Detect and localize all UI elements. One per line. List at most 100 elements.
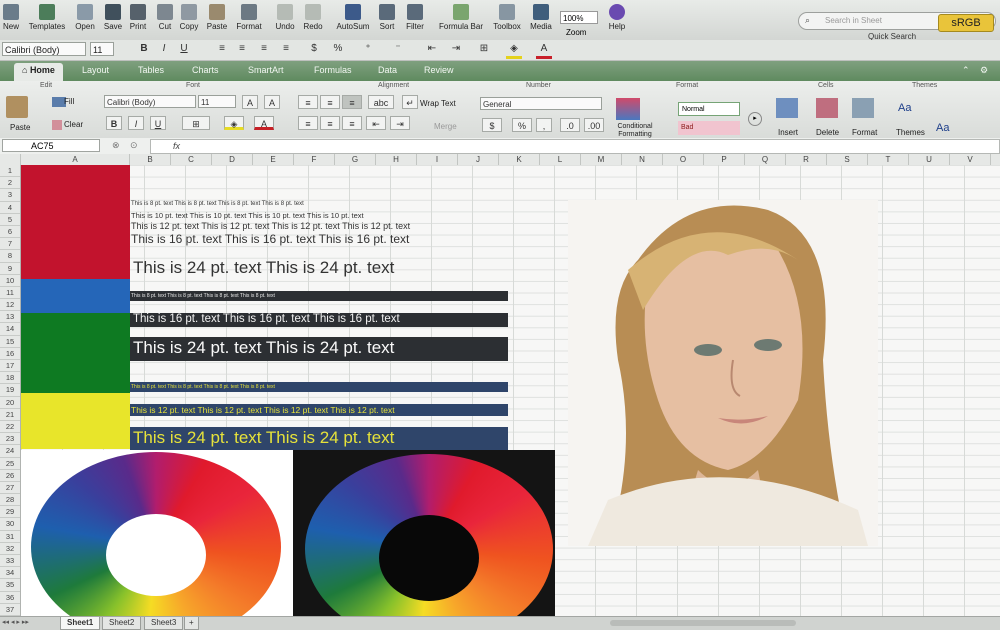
row-header[interactable]: 17 (0, 360, 20, 373)
paste-button[interactable]: Paste (200, 2, 234, 38)
row-header[interactable]: 25 (0, 458, 20, 470)
sheet-tab-1[interactable]: Sheet1 (60, 617, 101, 630)
row-header[interactable]: 20 (0, 397, 20, 409)
row-header[interactable]: 8 (0, 250, 20, 263)
row-header[interactable]: 3 (0, 189, 20, 202)
tab-tables[interactable]: Tables (138, 65, 164, 75)
formula-input[interactable]: fx (150, 139, 1000, 154)
format-painter-button[interactable]: Format (232, 2, 266, 38)
row-header[interactable]: 12 (0, 299, 20, 312)
row-header[interactable]: 36 (0, 592, 20, 604)
tab-home[interactable]: ⌂ Home (14, 63, 63, 81)
align-center-ribbon-icon[interactable]: ≡ (320, 116, 340, 130)
ribbon-size-select[interactable]: 11 (198, 95, 236, 108)
row-header[interactable]: 23 (0, 433, 20, 446)
underline-button[interactable]: U (176, 42, 192, 56)
align-left-ribbon-icon[interactable]: ≡ (298, 116, 318, 130)
ribbon-borders-icon[interactable]: ⊞ (182, 116, 210, 130)
themes-icon[interactable]: Aa (898, 102, 911, 114)
column-header[interactable]: J (458, 154, 499, 165)
row-header[interactable]: 26 (0, 470, 20, 482)
column-header[interactable]: D (212, 154, 253, 165)
column-header[interactable]: K (499, 154, 540, 165)
column-header[interactable]: A (21, 154, 130, 165)
row-header[interactable]: 24 (0, 445, 20, 458)
row-header[interactable]: 31 (0, 531, 20, 543)
column-header[interactable]: G (335, 154, 376, 165)
themes-button[interactable]: Themes (896, 128, 925, 137)
tab-data[interactable]: Data (378, 65, 397, 75)
row-header[interactable]: 35 (0, 579, 20, 592)
outdent-icon[interactable]: ⇤ (424, 42, 440, 56)
row-header[interactable]: 16 (0, 348, 20, 361)
currency-ribbon-icon[interactable]: $ (482, 118, 502, 132)
autosum-button[interactable]: AutoSum (336, 2, 370, 38)
templates-button[interactable]: Templates (29, 2, 65, 38)
row-header[interactable]: 2 (0, 177, 20, 190)
tab-formulas[interactable]: Formulas (314, 65, 352, 75)
indent-ribbon-icon[interactable]: ⇥ (390, 116, 410, 130)
media-button[interactable]: Media (524, 2, 558, 38)
font-color-icon[interactable]: A (536, 42, 552, 59)
row-header[interactable]: 13 (0, 311, 20, 324)
italic-button[interactable]: I (156, 42, 172, 56)
column-header[interactable]: T (868, 154, 909, 165)
currency-icon[interactable]: $ (306, 42, 322, 56)
row-header[interactable]: 18 (0, 372, 20, 385)
decrease-decimal-ribbon-icon[interactable]: .00 (584, 118, 604, 132)
column-header[interactable]: P (704, 154, 745, 165)
column-header[interactable]: V (950, 154, 991, 165)
row-header[interactable]: 15 (0, 336, 20, 348)
cancel-icon[interactable]: ⊗ (112, 140, 120, 151)
row-header[interactable]: 6 (0, 226, 20, 239)
increase-font-icon[interactable]: A (242, 95, 258, 109)
search-input[interactable]: Search in Sheet (825, 16, 882, 25)
ribbon-font-select[interactable]: Calibri (Body) (104, 95, 196, 108)
filter-button[interactable]: Filter (398, 2, 432, 38)
insert-cells-icon[interactable] (776, 98, 798, 118)
sheet-tab-2[interactable]: Sheet2 (102, 617, 142, 630)
column-header[interactable]: M (581, 154, 622, 165)
column-header[interactable]: L (540, 154, 581, 165)
row-header[interactable]: 11 (0, 287, 20, 300)
add-sheet-button[interactable]: + (184, 617, 199, 630)
percent-ribbon-icon[interactable]: % (512, 118, 532, 132)
align-center-icon[interactable]: ≡ (234, 42, 250, 56)
column-header[interactable]: O (663, 154, 704, 165)
tab-charts[interactable]: Charts (192, 65, 219, 75)
indent-icon[interactable]: ⇥ (448, 42, 464, 56)
column-header[interactable]: R (786, 154, 827, 165)
paste-clipboard-icon[interactable] (6, 96, 28, 118)
select-all-corner[interactable] (0, 154, 21, 165)
row-header[interactable]: 22 (0, 421, 20, 434)
redo-button[interactable]: Redo (296, 2, 330, 38)
insert-button[interactable]: Insert (778, 128, 798, 137)
horizontal-scrollbar[interactable] (610, 620, 796, 626)
column-header[interactable]: C (171, 154, 212, 165)
row-header[interactable]: 7 (0, 238, 20, 251)
help-button[interactable]: Help (600, 2, 634, 38)
merge-button[interactable]: Merge (434, 122, 457, 131)
decrease-decimal-icon[interactable]: ⁻ (390, 42, 406, 56)
fill-button[interactable]: Fill (64, 97, 74, 106)
row-header[interactable]: 9 (0, 263, 20, 275)
increase-decimal-icon[interactable]: ⁺ (360, 42, 376, 56)
confirm-icon[interactable]: ⊙ (130, 140, 138, 151)
borders-icon[interactable]: ⊞ (476, 42, 492, 56)
align-right-ribbon-icon[interactable]: ≡ (342, 116, 362, 130)
wrap-text-icon[interactable]: ↵ (402, 95, 418, 109)
toolbox-button[interactable]: Toolbox (490, 2, 524, 38)
column-header[interactable]: H (376, 154, 417, 165)
comma-ribbon-icon[interactable]: , (536, 118, 552, 132)
align-bottom-icon[interactable]: ≡ (342, 95, 362, 109)
column-header[interactable]: I (417, 154, 458, 165)
bold-button[interactable]: B (136, 42, 152, 56)
column-header[interactable]: B (130, 154, 171, 165)
styles-more-icon[interactable]: ▸ (748, 112, 762, 126)
portrait-photo[interactable] (568, 200, 878, 546)
column-header[interactable]: S (827, 154, 868, 165)
row-header[interactable]: 14 (0, 323, 20, 336)
align-right-icon[interactable]: ≡ (256, 42, 272, 56)
row-header[interactable]: 10 (0, 275, 20, 287)
row-header[interactable]: 32 (0, 543, 20, 556)
